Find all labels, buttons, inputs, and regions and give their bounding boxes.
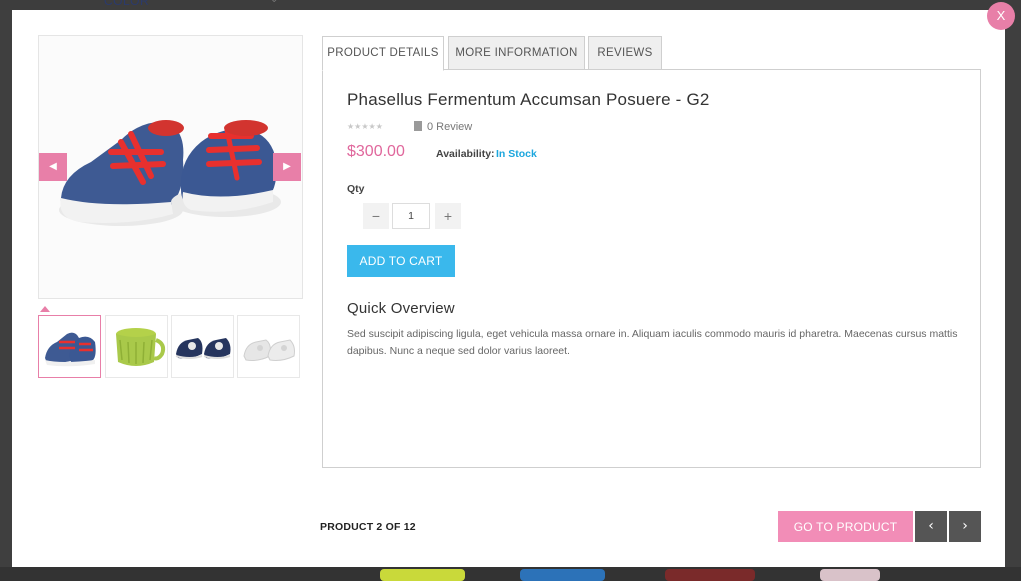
image-prev-arrow-icon[interactable]: ◀ <box>39 153 67 181</box>
add-to-cart-button[interactable]: ADD TO CART <box>347 245 455 277</box>
availability-label: Availability: <box>436 148 495 160</box>
tab-reviews[interactable]: REVIEWS <box>588 36 662 70</box>
go-to-product-button[interactable]: GO TO PRODUCT <box>778 511 913 542</box>
thumbnail-item[interactable] <box>105 315 168 378</box>
backdrop-product-image <box>665 569 755 581</box>
chevron-down-icon: ⌄ <box>270 0 278 5</box>
star-icon: ★★★★★ <box>347 122 383 131</box>
qty-label: Qty <box>347 183 365 195</box>
thumbnail-mug-image <box>116 328 166 366</box>
plus-icon[interactable]: + <box>435 203 461 229</box>
thumbnail-item[interactable] <box>38 315 101 378</box>
thumbnail-navy-shoes-image <box>175 338 231 359</box>
backdrop-product-image <box>820 569 880 581</box>
product-details-panel: Phasellus Fermentum Accumsan Posuere - G… <box>322 69 981 468</box>
backdrop-filter-label: COLOR <box>104 0 150 8</box>
document-icon <box>414 121 422 131</box>
backdrop-top: COLOR ⌄ <box>0 0 1021 10</box>
review-count-link[interactable]: 0 Review <box>427 121 472 133</box>
chevron-right-icon[interactable]: › <box>949 511 981 542</box>
thumbnail-sneakers-image <box>45 332 96 367</box>
backdrop-product-image <box>380 569 465 581</box>
minus-icon[interactable]: − <box>363 203 389 229</box>
sneakers-image <box>59 120 281 226</box>
product-pager-text: PRODUCT 2 OF 12 <box>320 521 416 533</box>
thumbnail-white-shoes-image <box>243 339 295 361</box>
close-icon[interactable]: X <box>987 2 1015 30</box>
product-main-image <box>38 35 303 299</box>
product-price: $300.00 <box>347 143 405 160</box>
quick-overview-text: Sed suscipit adipiscing ligula, eget veh… <box>347 328 958 357</box>
availability-status: In Stock <box>496 148 537 160</box>
quick-view-modal: ◀ ▶ PRODUCT DETAILS MORE INFORMATION REV… <box>12 10 1005 567</box>
thumbnail-item[interactable] <box>171 315 234 378</box>
quick-overview-title: Quick Overview <box>347 300 455 317</box>
thumbnail-item[interactable] <box>237 315 300 378</box>
product-title: Phasellus Fermentum Accumsan Posuere - G… <box>347 90 710 109</box>
image-next-arrow-icon[interactable]: ▶ <box>273 153 301 181</box>
tab-more-information[interactable]: MORE INFORMATION <box>448 36 585 70</box>
active-thumb-caret <box>40 306 50 312</box>
thumbnail-strip <box>38 315 303 379</box>
qty-input[interactable] <box>392 203 430 229</box>
tab-product-details[interactable]: PRODUCT DETAILS <box>322 36 444 71</box>
backdrop-product-image <box>520 569 605 581</box>
chevron-left-icon[interactable]: ‹ <box>915 511 947 542</box>
